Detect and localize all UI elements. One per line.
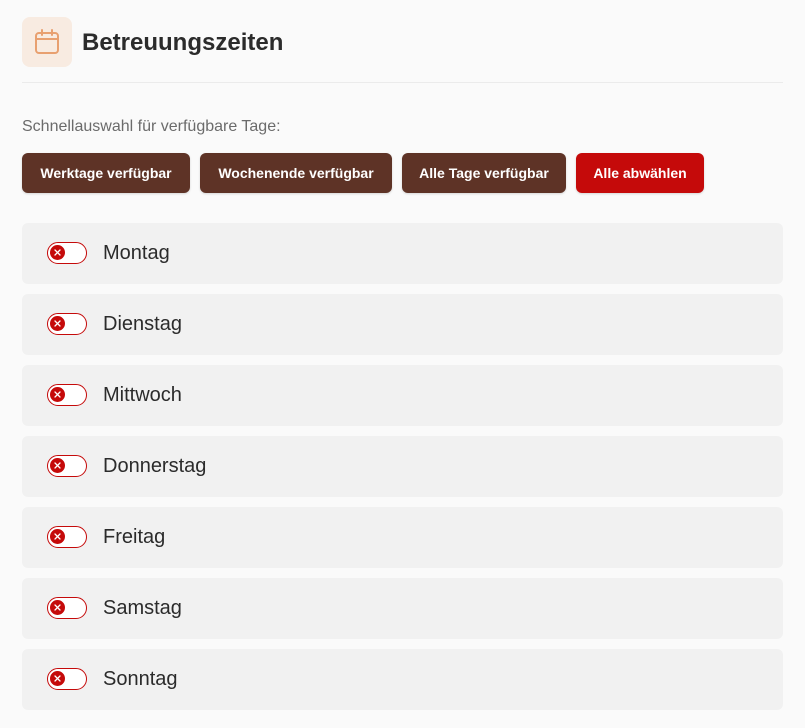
day-row-mittwoch: Mittwoch [22,365,783,426]
close-icon [50,387,65,402]
close-icon [50,458,65,473]
day-label: Montag [103,242,170,264]
app-root: Betreuungszeiten Schnellauswahl für verf… [0,0,805,728]
deselect-all-button[interactable]: Alle abwählen [576,153,704,193]
day-toggle-freitag[interactable] [47,526,87,548]
quick-select-label: Schnellauswahl für verfügbare Tage: [22,118,281,135]
day-label: Sonntag [103,668,178,690]
close-icon [50,600,65,615]
close-icon [50,245,65,260]
day-label: Donnerstag [103,455,207,477]
day-row-dienstag: Dienstag [22,294,783,355]
day-toggle-montag[interactable] [47,242,87,264]
day-label: Mittwoch [103,384,182,406]
all-days-available-button[interactable]: Alle Tage verfügbar [402,153,566,193]
day-row-samstag: Samstag [22,578,783,639]
day-toggle-donnerstag[interactable] [47,455,87,477]
weekdays-available-button[interactable]: Werktage verfügbar [22,153,190,193]
close-icon [50,671,65,686]
day-toggle-dienstag[interactable] [47,313,87,335]
day-label: Freitag [103,526,166,548]
day-label: Dienstag [103,313,182,335]
close-icon [50,316,65,331]
weekend-available-button[interactable]: Wochenende verfügbar [200,153,392,193]
day-row-sonntag: Sonntag [22,649,783,710]
day-row-montag: Montag [22,223,783,284]
calendar-icon [22,17,72,67]
page-title: Betreuungszeiten [82,29,284,56]
close-icon [50,529,65,544]
section-header: Betreuungszeiten [22,17,783,83]
day-row-freitag: Freitag [22,507,783,568]
day-toggle-mittwoch[interactable] [47,384,87,406]
day-label: Samstag [103,597,182,619]
day-toggle-sonntag[interactable] [47,668,87,690]
day-row-donnerstag: Donnerstag [22,436,783,497]
day-toggle-samstag[interactable] [47,597,87,619]
